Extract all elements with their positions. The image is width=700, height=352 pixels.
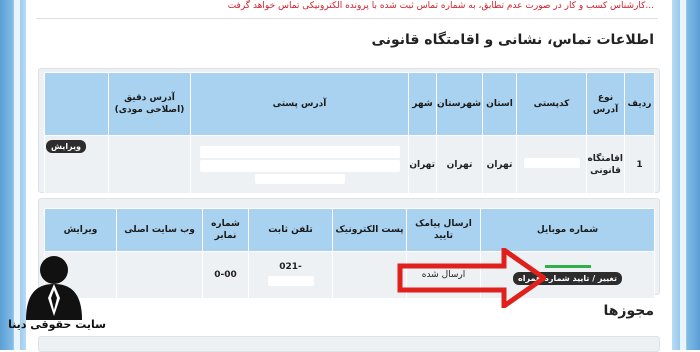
mobile-table: شماره موبایل ارسال پیامک تایید پست الکتر… xyxy=(44,208,655,299)
cell-phone: 021- xyxy=(248,251,333,299)
cell-postal-address xyxy=(190,135,409,194)
header-postal-address: آدرس پستی xyxy=(190,72,409,136)
header-county: شهرستان xyxy=(436,72,483,136)
mobile-header-row: شماره موبایل ارسال پیامک تایید پست الکتر… xyxy=(44,208,655,252)
cell-postal-code xyxy=(516,135,587,194)
header-sms-confirm: ارسال پیامک تایید xyxy=(406,208,481,252)
header-phone: تلفن ثابت xyxy=(248,208,333,252)
table-row: تغییر / تایید شماره همراه ارسال شده 021-… xyxy=(44,251,655,299)
header-postal-code: کدپستی xyxy=(516,72,587,136)
cell-address-type: اقامتگاه قانونی xyxy=(586,135,625,194)
header-row-index: ردیف xyxy=(624,72,655,136)
cell-website xyxy=(116,251,203,299)
cell-fax: 0-00 xyxy=(202,251,249,299)
redacted-address-line xyxy=(199,159,400,172)
top-divider xyxy=(36,18,658,19)
header-precise-address: آدرس دقیق (اصلاحی مودی) xyxy=(108,72,191,136)
right-page-border xyxy=(672,0,700,350)
table-row: 1 اقامتگاه قانونی تهران تهران تهران ویرا… xyxy=(44,135,655,194)
contact-header-row: ردیف نوع آدرس کدپستی استان شهرستان شهر آ… xyxy=(44,72,655,136)
redacted-phone xyxy=(267,275,314,286)
header-email: پست الکترونیک xyxy=(332,208,407,252)
redacted-address-line xyxy=(254,173,345,184)
cell-city: تهران xyxy=(408,135,437,194)
top-warning-text: ...کارشناس کسب و کار در صورت عدم تطابق، … xyxy=(227,1,654,11)
cell-province: تهران xyxy=(482,135,517,194)
header-actions xyxy=(44,72,109,136)
phone-value: 021- xyxy=(279,261,302,272)
header-province: استان xyxy=(482,72,517,136)
header-fax: شماره نمابر xyxy=(202,208,249,252)
permits-section-title: مجوزها xyxy=(603,303,654,319)
logo-caption: سایت حقوقی دینا xyxy=(8,318,106,331)
header-mobile: شماره موبایل xyxy=(480,208,655,252)
header-address-type: نوع آدرس xyxy=(586,72,625,136)
red-arrow-icon xyxy=(397,248,546,308)
contact-table: ردیف نوع آدرس کدپستی استان شهرستان شهر آ… xyxy=(44,72,655,194)
cell-county: تهران xyxy=(436,135,483,194)
cell-edit: ویرایش xyxy=(44,135,109,194)
mobile-verified-bar xyxy=(544,265,591,268)
edit-address-button[interactable]: ویرایش xyxy=(46,140,87,153)
cell-precise-address xyxy=(108,135,191,194)
cell-row-index: 1 xyxy=(624,135,655,194)
header-city: شهر xyxy=(408,72,437,136)
header-website: وب سایت اصلی xyxy=(116,208,203,252)
redacted-postal-code xyxy=(523,157,580,168)
redacted-address-line xyxy=(199,145,400,158)
contact-section-title: اطلاعات تماس، نشانی و اقامتگاه قانونی xyxy=(371,32,654,48)
